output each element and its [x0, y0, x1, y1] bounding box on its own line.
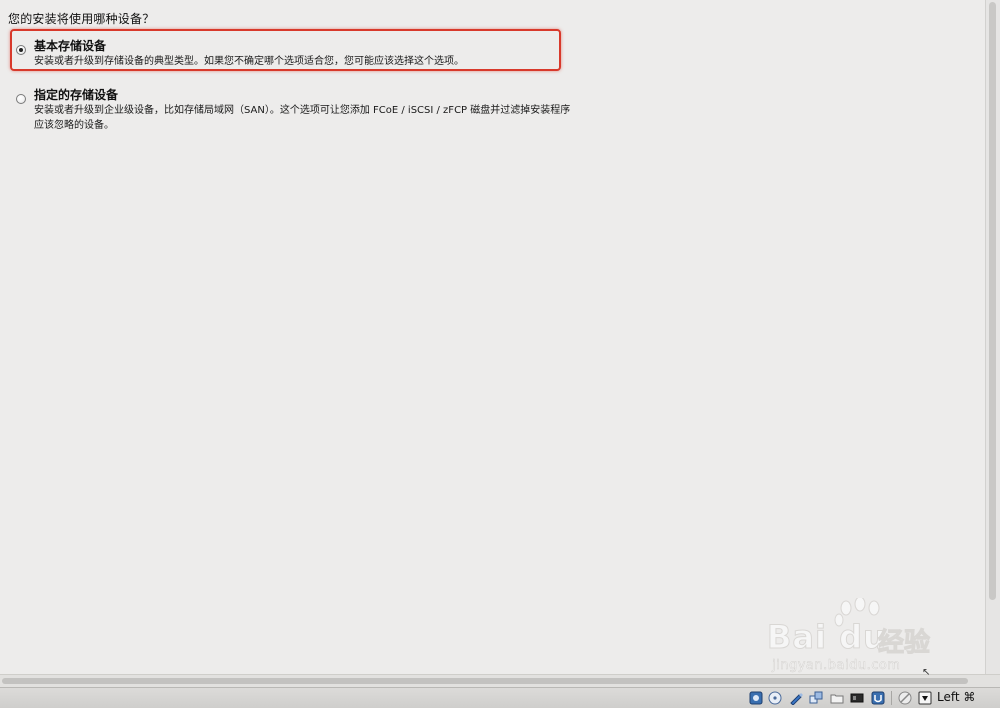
usb-pen-icon[interactable]	[789, 691, 803, 705]
watermark-brand-cn: 经验	[877, 628, 931, 659]
horizontal-scrollbar-thumb[interactable]	[2, 678, 968, 684]
display-icon[interactable]	[850, 691, 864, 705]
vertical-scrollbar[interactable]	[985, 0, 1000, 674]
baidu-watermark: Bai du 经验 jingyan.baidu.com	[762, 598, 952, 678]
hard-disk-icon[interactable]	[749, 691, 763, 705]
radio-basic-storage[interactable]	[16, 45, 26, 55]
usb-icon[interactable]	[871, 691, 885, 705]
watermark-brand: Bai du	[767, 618, 887, 657]
option-basic-storage-title[interactable]: 基本存储设备	[34, 37, 106, 54]
device-question-label: 您的安装将使用哪种设备？	[8, 12, 155, 26]
watermark-url: jingyan.baidu.com	[772, 658, 901, 674]
host-key-label: Left ⌘	[937, 690, 976, 704]
option-basic-storage-description: 安装或者升级到存储设备的典型类型。如果您不确定哪个选项适合您，您可能应该选择这个…	[34, 54, 464, 69]
optical-disc-icon[interactable]	[768, 691, 782, 705]
description-line: 安装或者升级到企业级设备，比如存储局域网（SAN）。这个选项可让您添加 FCoE…	[34, 105, 571, 116]
network-icon[interactable]	[809, 691, 823, 705]
mouse-cursor-icon: ↖	[922, 667, 931, 678]
mouse-integration-icon[interactable]	[898, 691, 912, 705]
radio-selected-dot	[19, 48, 23, 52]
option-specialized-storage-description: 安装或者升级到企业级设备，比如存储局域网（SAN）。这个选项可让您添加 FCoE…	[34, 103, 570, 133]
radio-specialized-storage[interactable]	[16, 94, 26, 104]
vertical-scrollbar-thumb[interactable]	[989, 2, 996, 600]
shared-folder-icon[interactable]	[830, 691, 844, 705]
description-line: 应该忽略的设备。	[34, 120, 114, 131]
statusbar-separator	[891, 691, 892, 705]
installer-page: 您的安装将使用哪种设备？ 基本存储设备 安装或者升级到存储设备的典型类型。如果您…	[0, 0, 1000, 708]
arrow-down-icon[interactable]	[918, 691, 932, 705]
description-line: 安装或者升级到存储设备的典型类型。如果您不确定哪个选项适合您，您可能应该选择这个…	[34, 56, 464, 67]
vm-status-bar: Left ⌘	[0, 687, 1000, 708]
option-specialized-storage-title[interactable]: 指定的存储设备	[34, 86, 118, 103]
